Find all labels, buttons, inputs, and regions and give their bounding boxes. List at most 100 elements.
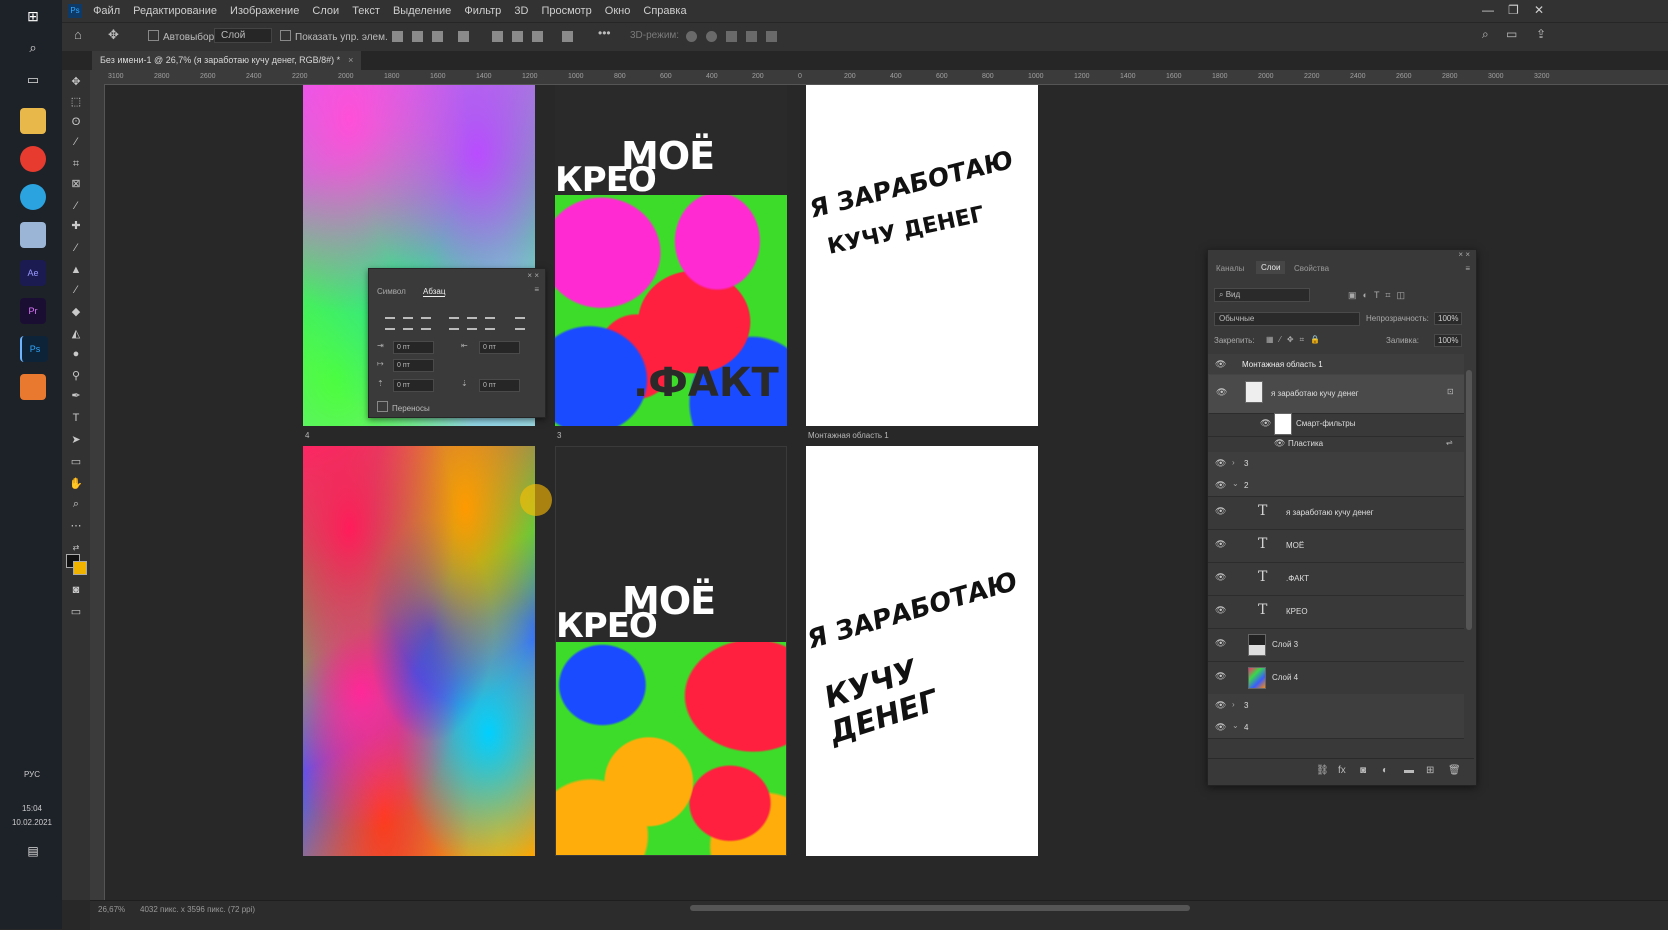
align-vertical-centers-icon[interactable]: [512, 31, 523, 42]
align-horizontal-centers-icon[interactable]: [412, 31, 423, 42]
layer-filter-dropdown[interactable]: ⌕ Вид: [1214, 288, 1310, 302]
more-options-icon[interactable]: •••: [598, 26, 611, 40]
document-tab[interactable]: Без имени-1 @ 26,7% (я заработаю кучу де…: [92, 51, 362, 70]
close-icon[interactable]: ✕: [1534, 3, 1544, 17]
magic-wand-icon[interactable]: ⁄: [69, 136, 83, 148]
autoselect-dropdown[interactable]: Слой: [214, 28, 272, 43]
blur-tool-icon[interactable]: ●: [69, 348, 83, 360]
chevron-down-icon[interactable]: ⌄: [1232, 479, 1239, 488]
add-mask-icon[interactable]: ◙: [1360, 765, 1366, 776]
layer-row-text-wave[interactable]: 👁 T я заработаю кучу денег: [1208, 496, 1464, 530]
layer-row-group-4[interactable]: 👁 ⌄ 4: [1208, 716, 1464, 739]
edit-toolbar-icon[interactable]: ⋯: [69, 520, 83, 532]
visibility-eye-icon[interactable]: 👁: [1215, 539, 1226, 550]
horizontal-scrollbar[interactable]: [690, 905, 1190, 911]
chevron-right-icon[interactable]: ›: [1232, 700, 1235, 709]
menu-3d[interactable]: 3D: [514, 0, 528, 22]
premiere-icon[interactable]: Pr: [20, 298, 46, 324]
home-icon[interactable]: ⌂: [74, 27, 82, 42]
minimize-icon[interactable]: —: [1482, 3, 1494, 17]
photoshop-taskbar-icon[interactable]: Ps: [20, 336, 48, 362]
panel-menu-icon[interactable]: ≡: [534, 285, 539, 294]
indent-left-field[interactable]: 0 пт: [393, 341, 434, 354]
layer-row-group-3b[interactable]: 👁 › 3: [1208, 694, 1464, 717]
visibility-eye-icon[interactable]: 👁: [1216, 387, 1227, 398]
artboard-label-4[interactable]: 4: [305, 431, 309, 440]
hand-tool-icon[interactable]: ✋: [69, 478, 83, 490]
new-group-icon[interactable]: ▬: [1404, 765, 1414, 776]
chevron-down-icon[interactable]: ⌄: [1232, 721, 1239, 730]
crop-tool-icon[interactable]: ⌗: [69, 158, 83, 170]
document-app-icon[interactable]: [20, 222, 46, 248]
fakt-text[interactable]: .ФАКТ: [633, 363, 779, 403]
tab-paragraph[interactable]: Абзац: [423, 287, 446, 297]
creo-text[interactable]: КРЕО: [556, 609, 658, 643]
visibility-eye-icon[interactable]: 👁: [1215, 480, 1226, 491]
roll-3d-icon[interactable]: [706, 31, 717, 42]
zoom-tool-icon[interactable]: ⌕: [69, 498, 83, 510]
windows-start-icon[interactable]: ⊞: [20, 8, 46, 34]
orbit-3d-icon[interactable]: [686, 31, 697, 42]
show-controls-checkbox[interactable]: Показать упр. элем.: [280, 30, 388, 43]
visibility-eye-icon[interactable]: 👁: [1215, 572, 1226, 583]
align-right-edges-icon[interactable]: [432, 31, 443, 42]
autoselect-checkbox[interactable]: Автовыбор:: [148, 30, 217, 43]
first-line-indent-field[interactable]: 0 пт: [393, 359, 434, 372]
after-effects-icon[interactable]: Ae: [20, 260, 46, 286]
justify-last-center-icon[interactable]: [467, 317, 477, 330]
layer-row-text-moe[interactable]: 👁 T МОЁ: [1208, 529, 1464, 563]
search-icon[interactable]: ⌕: [1482, 27, 1489, 42]
menu-layers[interactable]: Слои: [312, 0, 339, 22]
pan-3d-icon[interactable]: [726, 31, 737, 42]
gradient-tool-icon[interactable]: ◭: [69, 328, 83, 340]
hyphenation-checkbox[interactable]: Переносы: [377, 401, 430, 413]
artboard-label-main[interactable]: Монтажная область 1: [808, 431, 889, 440]
artboard-tool-icon[interactable]: ⬚: [69, 96, 83, 108]
layer-row-smart-object[interactable]: 👁 я заработаю кучу денег ⊡: [1208, 374, 1464, 414]
task-view-icon[interactable]: ▭: [20, 72, 46, 98]
align-top-edges-icon[interactable]: [492, 31, 503, 42]
menu-type[interactable]: Текст: [352, 0, 380, 22]
opacity-field[interactable]: 100%: [1434, 312, 1463, 325]
layer-row-group-2[interactable]: 👁 ⌄ 2: [1208, 474, 1464, 497]
visibility-eye-icon[interactable]: 👁: [1215, 722, 1226, 733]
blend-mode-dropdown[interactable]: Обычные: [1214, 312, 1360, 326]
history-brush-icon[interactable]: ⁄: [69, 284, 83, 296]
pen-tool-icon[interactable]: ✒: [69, 390, 83, 402]
restore-icon[interactable]: ❐: [1508, 3, 1519, 17]
artboard-label-3[interactable]: 3: [557, 431, 561, 440]
link-layers-icon[interactable]: ⛓: [1316, 765, 1329, 776]
align-center-icon[interactable]: [403, 317, 413, 330]
notification-icon[interactable]: ▤: [20, 844, 46, 870]
menu-filter[interactable]: Фильтр: [464, 0, 501, 22]
distribute-vertical-icon[interactable]: [458, 31, 469, 42]
clock-date[interactable]: 10.02.2021: [4, 818, 60, 827]
move-tool-icon[interactable]: ✥: [69, 76, 83, 88]
indent-right-field[interactable]: 0 пт: [479, 341, 520, 354]
artboard-wave-bottom[interactable]: Я ЗАРАБОТАЮ КУЧУ ДЕНЕГ: [806, 446, 1038, 856]
rectangle-tool-icon[interactable]: ▭: [69, 456, 83, 468]
menu-select[interactable]: Выделение: [393, 0, 451, 22]
justify-last-right-icon[interactable]: [485, 317, 495, 330]
frame-tool-icon[interactable]: ⊠: [69, 178, 83, 190]
telegram-icon[interactable]: [20, 184, 46, 210]
distribute-horizontal-icon[interactable]: [562, 31, 573, 42]
share-icon[interactable]: ⇪: [1536, 27, 1546, 41]
swap-colors-icon[interactable]: ⇄: [69, 542, 83, 554]
menu-image[interactable]: Изображение: [230, 0, 299, 22]
menu-file[interactable]: Файл: [93, 0, 120, 22]
layer-style-icon[interactable]: fx: [1338, 765, 1346, 776]
layer-row-sloy-3[interactable]: 👁 Слой 3: [1208, 628, 1464, 662]
slide-3d-icon[interactable]: [746, 31, 757, 42]
panel-menu-icon[interactable]: ≡: [1465, 264, 1470, 273]
healing-brush-icon[interactable]: ✚: [69, 220, 83, 232]
menu-help[interactable]: Справка: [643, 0, 686, 22]
filter-options-icon[interactable]: ⇌: [1446, 438, 1453, 447]
workspace-icon[interactable]: ▭: [1506, 27, 1517, 41]
close-panel-icon[interactable]: × ×: [527, 271, 539, 280]
layer-row-text-creo[interactable]: 👁 T КРЕО: [1208, 595, 1464, 629]
type-tool-icon[interactable]: T: [69, 412, 83, 424]
artboard-wave-top[interactable]: Я ЗАРАБОТАЮ КУЧУ ДЕНЕГ: [806, 85, 1038, 426]
align-right-icon[interactable]: [421, 317, 431, 330]
chevron-right-icon[interactable]: ›: [1232, 458, 1235, 467]
